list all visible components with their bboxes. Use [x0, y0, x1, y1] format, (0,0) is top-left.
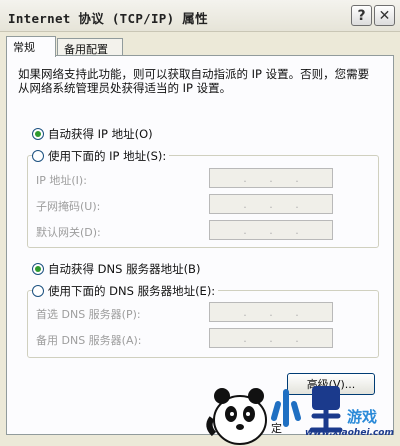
dns-manual-radio[interactable]: 使用下面的 DNS 服务器地址(E):	[32, 283, 219, 299]
help-button[interactable]: ?	[351, 5, 372, 26]
default-gateway-input[interactable]: . . .	[209, 220, 333, 240]
ip-address-input[interactable]: . . .	[209, 168, 333, 188]
description-text: 如果网络支持此功能，则可以获取自动指派的 IP 设置。否则，您需要从网络系统管理…	[18, 67, 370, 95]
close-button[interactable]: ✕	[374, 5, 395, 26]
panda-ear-right	[248, 388, 264, 404]
ip-manual-label: 使用下面的 IP 地址(S):	[48, 149, 167, 163]
radio-button[interactable]	[32, 263, 44, 275]
alternate-dns-input[interactable]: . . .	[209, 328, 333, 348]
preferred-dns-input[interactable]: . . .	[209, 302, 333, 322]
preferred-dns-label: 首选 DNS 服务器(P):	[36, 308, 141, 321]
dns-auto-radio[interactable]: 自动获得 DNS 服务器地址(B)	[32, 261, 204, 277]
logo-glyph-black-top	[312, 386, 340, 410]
watermark-brand: 游戏	[347, 408, 378, 426]
window-title: Internet 协议 (TCP/IP) 属性	[8, 11, 208, 26]
panda-eye-left	[230, 412, 234, 416]
ip-address-label: IP 地址(I):	[36, 174, 87, 187]
panda-arm	[206, 416, 217, 437]
panda-eye-right	[246, 412, 250, 416]
radio-selected-dot	[35, 131, 41, 137]
ip-manual-radio[interactable]: 使用下面的 IP 地址(S):	[32, 148, 170, 164]
ip-auto-label: 自动获得 IP 地址(O)	[48, 127, 153, 141]
alternate-dns-label: 备用 DNS 服务器(A):	[36, 334, 142, 347]
dns-manual-label: 使用下面的 DNS 服务器地址(E):	[48, 284, 216, 298]
dns-auto-label: 自动获得 DNS 服务器地址(B)	[48, 262, 201, 276]
help-icon: ?	[357, 7, 366, 24]
ip-auto-radio[interactable]: 自动获得 IP 地址(O)	[32, 126, 156, 142]
watermark-site: www.xiaohei.com	[305, 428, 394, 438]
logo-glyph-black-bottom	[309, 407, 343, 433]
radio-button[interactable]	[32, 128, 44, 140]
radio-button[interactable]	[32, 150, 44, 162]
panda-ear-left	[214, 388, 230, 404]
subnet-mask-input[interactable]: . . .	[209, 194, 333, 214]
tab-alternate-config[interactable]: 备用配置	[57, 38, 123, 56]
radio-selected-dot	[35, 266, 41, 272]
default-gateway-label: 默认网关(D):	[36, 226, 101, 239]
subnet-mask-label: 子网掩码(U):	[36, 200, 101, 213]
logo-glyph-small	[271, 389, 301, 427]
panda-nose	[236, 424, 244, 430]
title-bar: Internet 协议 (TCP/IP) 属性 ? ✕	[0, 0, 400, 32]
radio-button[interactable]	[32, 285, 44, 297]
close-icon: ✕	[378, 7, 391, 24]
tab-general[interactable]: 常规	[6, 36, 56, 57]
